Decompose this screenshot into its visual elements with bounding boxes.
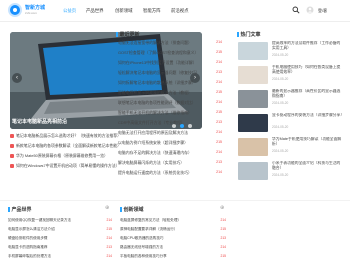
section-divider (0, 200, 350, 201)
brand-subtitle: zxfc.com (25, 11, 37, 15)
login-link[interactable]: 登/客 (318, 8, 327, 14)
article-link[interactable]: 电脑无法打开应用程序的原因及解决方法 (118, 130, 226, 136)
more-icon[interactable]: ⊕ (105, 205, 109, 211)
hot-count: 215 (106, 227, 112, 231)
hot-thumbnail[interactable] (238, 114, 268, 132)
accent-bar (8, 206, 10, 212)
hot-article-date: 2024-05-20 (272, 77, 289, 81)
hot-count: 214 (216, 170, 222, 174)
more-icon[interactable]: ⊕ (220, 205, 224, 211)
nav-home[interactable]: 公益页 (63, 8, 76, 14)
accent-bar (237, 31, 239, 37)
article-link[interactable]: 提升电脑运行速度的方法（系统优化技巧） (118, 170, 226, 176)
hot-count: 214 (106, 236, 112, 240)
article-link[interactable]: 解决电脑屏幕闪烁的方法（实用技巧） (118, 160, 226, 166)
hot-count: 214 (216, 60, 222, 64)
slider-prev-button[interactable]: ‹ (12, 73, 22, 83)
header: 智新方城 zxfc.com 公益页 产品世界 创新领域 智能方阵 前沿视点 登/… (0, 0, 350, 22)
bullet-icon (10, 143, 14, 148)
bullet-icon (10, 163, 14, 168)
hot-article-date: 2024-05-20 (272, 149, 289, 153)
hot-article-title[interactable]: 提高效率的方法及软件推荐（工作必备的实用工具） (272, 41, 344, 51)
hot-count: 215 (216, 50, 222, 54)
accent-bar (120, 206, 122, 212)
hot-count: 213 (216, 120, 222, 124)
hot-article-date: 2024-05-20 (272, 101, 289, 105)
list-item[interactable]: 电脑CPU散热器的选购技巧 (120, 236, 225, 241)
hot-thumbnail[interactable] (238, 138, 268, 156)
hot-thumbnail[interactable] (238, 66, 268, 84)
logo[interactable] (8, 3, 22, 17)
hot-article-title[interactable]: 显卡驱动程序的安装方法（详细步骤分享） (272, 113, 344, 118)
hot-count: 214 (106, 254, 112, 258)
nav-innovation[interactable]: 创新领域 (115, 8, 133, 14)
list-item[interactable]: 手机屏幕碎裂后的处理方法 (8, 254, 113, 259)
hot-article-title[interactable]: 小米手表功能的全面介绍（科技与生活的融合） (272, 161, 344, 171)
articles-heading: 最近更新 (116, 31, 140, 38)
hot-article-date: 2024-05-20 (272, 173, 289, 177)
hot-thumbnail[interactable] (238, 90, 268, 108)
article-link[interactable]: 如何在iPhone13中找到蓝牙设置（功能详解） (118, 60, 226, 66)
hot-count: 215 (216, 90, 222, 94)
article-link[interactable]: 智能电视机显示屏故障的解决方法（教程） (118, 90, 226, 96)
article-link[interactable]: CDR中高级文件打开方法（专业教程） (118, 120, 226, 126)
hot-thumbnail[interactable] (238, 42, 268, 60)
article-link[interactable]: GOST检查管理（了解GOST检查流程和意义） (118, 50, 226, 56)
hot-count: 214 (220, 218, 226, 222)
slider-caption[interactable]: 笔记本电脑新品亮相前沿 (12, 118, 67, 125)
hot-count: 213 (216, 160, 222, 164)
hot-count: 214 (220, 245, 226, 249)
products-heading: 产品世界 (8, 206, 32, 213)
article-link[interactable]: 如何拆解笔记本电脑的散热系统（详细步骤） (118, 80, 226, 86)
list-item[interactable]: 路由器无线信号增强的方法 (120, 245, 225, 250)
hot-article-title[interactable]: 最新的显示器推荐（高性价比的显示器选购指南） (272, 89, 344, 99)
nav-products[interactable]: 产品世界 (86, 8, 104, 14)
bullet-icon (10, 153, 14, 158)
bullet-icon (10, 133, 14, 138)
innovation-heading: 创新领域 (120, 206, 144, 213)
hot-count: 215 (216, 110, 222, 114)
article-link[interactable]: 以电脑为例介绍系统安装（超详细步骤） (118, 140, 226, 146)
hot-count: 215 (220, 227, 226, 231)
hot-heading: 热门文章 (237, 31, 261, 38)
search-icon[interactable] (292, 6, 300, 14)
user-icon[interactable] (306, 6, 314, 14)
brand-name[interactable]: 智新方城 (25, 4, 45, 11)
article-link[interactable]: 智能手机无法开机的解决方法（维修指南） (118, 110, 226, 116)
hot-count: 214 (216, 150, 222, 154)
hot-count: 213 (216, 70, 222, 74)
hot-thumbnail[interactable] (238, 162, 268, 180)
list-item[interactable]: 硬盘检测软件的使用步骤 (8, 236, 113, 241)
hot-count: 215 (216, 140, 222, 144)
list-item[interactable]: 电脑蓝屏修复的常见方法（轻松处理） (120, 218, 225, 223)
article-link[interactable]: 电脑无法连接宽带的解决方法（排查问题） (118, 40, 226, 46)
hot-article-title[interactable]: 手机电脑使用技巧（如何在各类设备上提高使用效率） (272, 65, 344, 75)
nav-smart[interactable]: 智能方阵 (143, 8, 161, 14)
accent-bar (116, 31, 118, 37)
hot-count: 214 (216, 80, 222, 84)
hot-count: 214 (216, 100, 222, 104)
nav-frontier[interactable]: 前沿视点 (171, 8, 189, 14)
list-item[interactable]: 原神电脑配置要求详解（流畅运行） (120, 227, 225, 232)
hot-count: 213 (220, 236, 226, 240)
hot-count: 214 (216, 130, 222, 134)
list-item[interactable]: 电脑显示屏怎么清洁方法介绍 (8, 227, 113, 232)
list-item[interactable]: 电脑显卡的选购指南推荐 (8, 245, 113, 250)
article-link[interactable]: 电脑内存不足的解决方法（快速清理内存） (118, 150, 226, 156)
hot-article-title[interactable]: 华为Mate手机使用技巧解读（功能全面解析） (272, 137, 344, 147)
list-item[interactable]: 平板电脑的各种使用技巧分享 (120, 254, 225, 259)
hot-count: 215 (220, 254, 226, 258)
list-item[interactable]: 如何使用QQ恢复一键找回聊天记录方法 (8, 218, 113, 223)
article-link[interactable]: 联想笔记本电脑的各项性能测评（数据对比） (118, 100, 226, 106)
hot-count: 214 (216, 40, 222, 44)
hot-article-date: 2024-05-20 (272, 53, 289, 57)
hot-count: 214 (106, 218, 112, 222)
article-link[interactable]: 轻松解决笔记本电脑的显示器问题（修复技巧） (118, 70, 226, 76)
hot-count: 213 (106, 245, 112, 249)
hot-article-date: 2024-05-20 (272, 125, 289, 129)
